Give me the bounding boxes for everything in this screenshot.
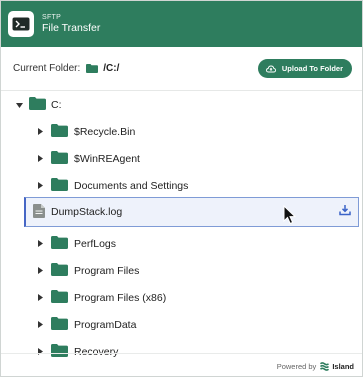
folder-icon: [86, 60, 99, 78]
tree-item-label: $WinREAgent: [74, 153, 140, 165]
tree-item-label: Program Files (x86): [74, 292, 167, 304]
folder-icon: [51, 263, 68, 279]
tree-item-folder[interactable]: Documents and Settings: [1, 173, 362, 199]
tree-item-label: Documents and Settings: [74, 180, 189, 192]
tree-item-folder[interactable]: $Recycle.Bin: [1, 119, 362, 145]
folder-icon: [51, 344, 68, 360]
terminal-icon: [8, 11, 34, 37]
powered-by-text: Powered by: [276, 362, 317, 371]
current-folder-path: /C:/: [103, 63, 120, 74]
folder-icon: [29, 97, 46, 113]
caret-down-icon[interactable]: [16, 99, 23, 111]
caret-right-icon[interactable]: [38, 346, 43, 358]
tree-root-label: C:: [51, 99, 62, 111]
tree-item-folder[interactable]: $WinREAgent: [1, 146, 362, 172]
folder-icon: [51, 124, 68, 140]
app-subtitle: SFTP: [42, 13, 62, 21]
tree-item-label: Recovery: [74, 346, 119, 358]
caret-right-icon[interactable]: [38, 126, 43, 138]
upload-button-label: Upload To Folder: [281, 64, 343, 73]
file-transfer-window: SFTP File Transfer Current Folder: /C:/ …: [0, 0, 363, 377]
caret-right-icon[interactable]: [38, 319, 43, 331]
current-folder-bar: Current Folder: /C:/ Upload To Folder: [1, 47, 362, 91]
tree-item-label: PerfLogs: [74, 238, 117, 250]
folder-icon: [51, 317, 68, 333]
header-bar: SFTP File Transfer: [1, 1, 362, 47]
island-brand-text: Island: [332, 362, 354, 371]
tree-item-label: DumpStack.log: [51, 206, 123, 218]
tree-item-label: Program Files: [74, 265, 140, 277]
app-title: File Transfer: [42, 21, 101, 34]
download-icon[interactable]: [339, 204, 351, 219]
file-icon: [33, 203, 45, 221]
tree-item-label: ProgramData: [74, 319, 137, 331]
tree-root-c[interactable]: C:: [1, 92, 362, 118]
tree-item-folder[interactable]: PerfLogs: [1, 231, 362, 257]
island-logo-icon: [320, 362, 330, 371]
cloud-upload-icon: [265, 65, 276, 72]
tree-item-label: $Recycle.Bin: [74, 126, 136, 138]
tree-item-file-selected[interactable]: DumpStack.log: [24, 197, 359, 227]
caret-right-icon[interactable]: [38, 292, 43, 304]
caret-right-icon[interactable]: [38, 180, 43, 192]
folder-icon: [51, 151, 68, 167]
tree-item-folder[interactable]: Program Files (x86): [1, 285, 362, 311]
folder-icon: [51, 178, 68, 194]
tree-item-folder[interactable]: Program Files: [1, 258, 362, 284]
folder-icon: [51, 290, 68, 306]
caret-right-icon[interactable]: [38, 265, 43, 277]
caret-right-icon[interactable]: [38, 153, 43, 165]
caret-right-icon[interactable]: [38, 238, 43, 250]
tree-item-folder[interactable]: ProgramData: [1, 312, 362, 338]
footer-divider: [1, 353, 362, 354]
upload-to-folder-button[interactable]: Upload To Folder: [257, 59, 352, 78]
file-tree: C: $Recycle.Bin $WinREAgent Documents an…: [1, 91, 362, 360]
current-folder-label: Current Folder:: [13, 63, 81, 74]
folder-icon: [51, 236, 68, 252]
footer: Powered by Island: [277, 362, 354, 371]
